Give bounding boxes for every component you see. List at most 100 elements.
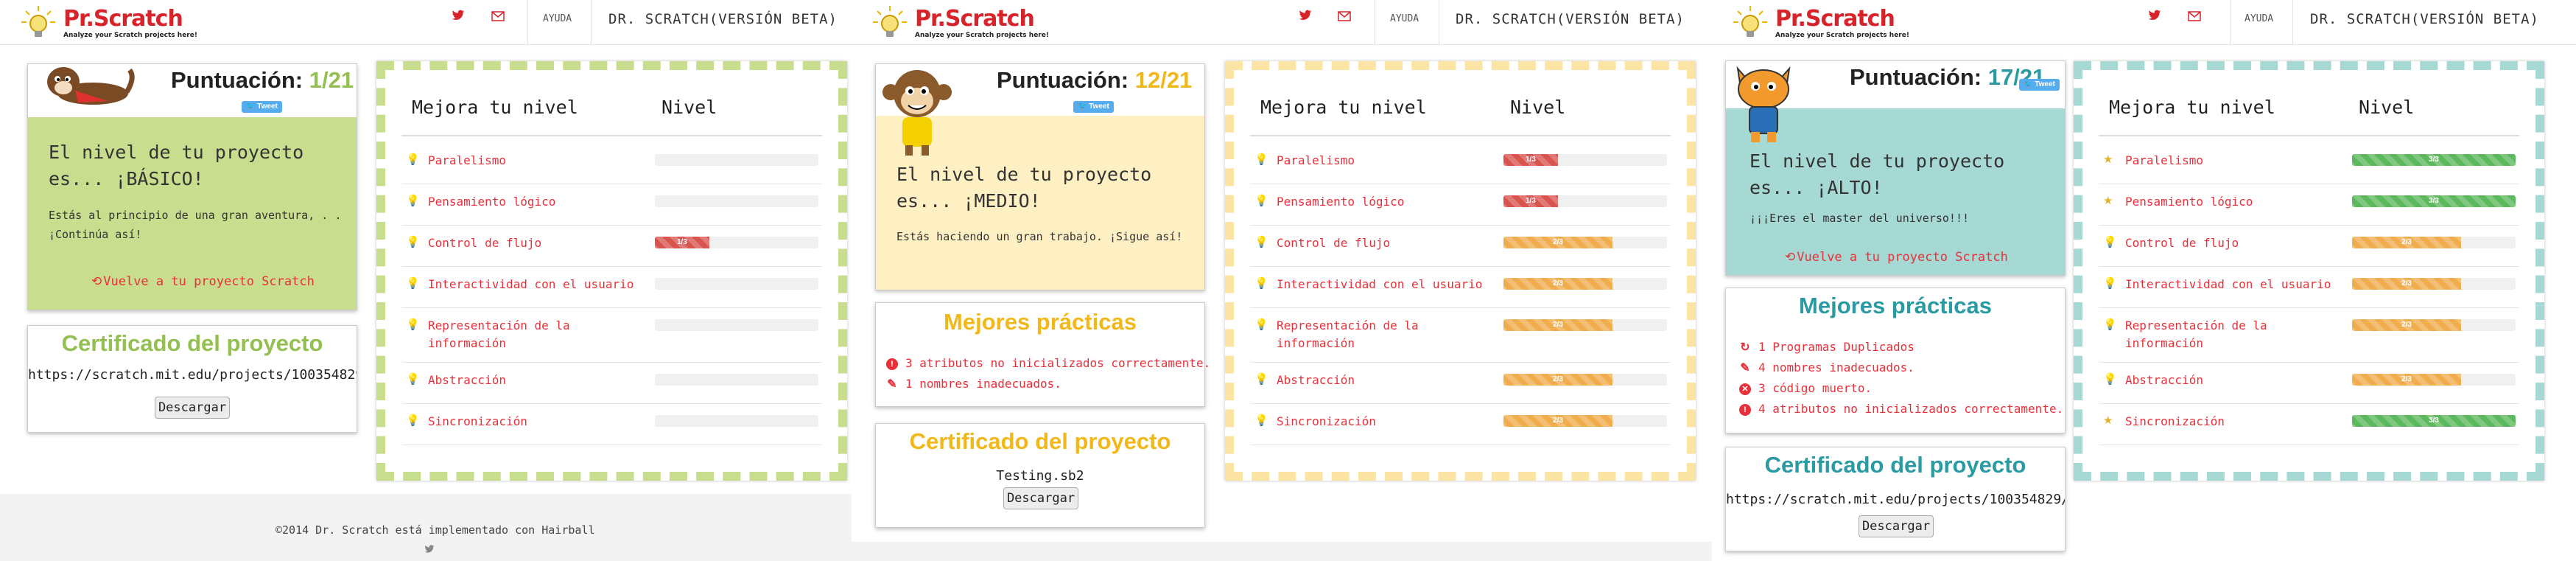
lightbulb-icon: 💡: [1254, 318, 1268, 331]
skill-link[interactable]: Abstracción: [428, 372, 649, 389]
tweet-button[interactable]: 🐦 Tweet: [2019, 79, 2060, 91]
best-practices-card: Mejores prácticas ! 3 atributos no inicia…: [875, 302, 1210, 407]
skill-link[interactable]: Interactividad con el usuario: [2125, 276, 2346, 293]
mail-icon[interactable]: [490, 10, 506, 26]
certificate-card: Certificado del proyecto https://scratch…: [27, 325, 357, 433]
tweet-label: Tweet: [257, 102, 278, 111]
footer-twitter-icon[interactable]: [421, 542, 438, 558]
download-button[interactable]: Descargar: [1003, 487, 1078, 509]
skill-link[interactable]: Pensamiento lógico: [1277, 193, 1498, 211]
skill-link[interactable]: Representación de la información: [1277, 317, 1498, 352]
brand-link[interactable]: DR. SCRATCH(VERSIÓN BETA): [608, 11, 838, 27]
star-icon: ★: [2103, 414, 2113, 427]
skill-link[interactable]: Sincronización: [428, 413, 649, 431]
skill-link[interactable]: Interactividad con el usuario: [428, 276, 649, 293]
certificate-title: Certificado del proyecto: [1764, 452, 2026, 478]
skill-progress-fill: 1/3: [1503, 154, 1558, 166]
skill-link[interactable]: Representación de la información: [428, 317, 649, 352]
back-to-project-link[interactable]: Vuelve a tu proyecto Scratch: [1785, 250, 2008, 265]
logo[interactable]: Pr.Scratch Analyze your Scratch projects…: [868, 4, 1049, 41]
twitter-icon[interactable]: [450, 10, 466, 26]
skill-link[interactable]: Control de flujo: [2125, 234, 2346, 252]
skill-row: 💡 Interactividad con el usuario 2/3: [1250, 269, 1671, 308]
score-card: Puntuación: 12/21 🐦 Tweet El nivel de tu…: [875, 63, 1205, 290]
skill-link[interactable]: Paralelismo: [2125, 152, 2346, 170]
logo-text: Pr.Scratch: [63, 6, 183, 32]
header-improve: Mejora tu nivel: [412, 97, 578, 118]
skill-progress-fill: 3/3: [2352, 195, 2516, 207]
help-link[interactable]: AYUDA: [2245, 13, 2273, 24]
best-practice-text: 4 nombres inadecuados.: [1758, 360, 1915, 374]
help-link[interactable]: AYUDA: [543, 13, 572, 24]
back-to-project-link[interactable]: Vuelve a tu proyecto Scratch: [91, 274, 315, 289]
lightbulb-icon: 💡: [1254, 372, 1268, 386]
skill-progress-fill: 2/3: [1503, 415, 1613, 427]
monkey-mascot-icon: [882, 70, 952, 156]
ferret-mascot-icon: [47, 67, 135, 105]
twitter-icon[interactable]: [2147, 10, 2163, 26]
level-text: El nivel de tu proyecto es... ¡BÁSICO!: [49, 142, 304, 189]
score-value: 1/21: [309, 67, 354, 93]
certificate-title: Certificado del proyecto: [909, 428, 1171, 454]
best-practice-text: 1 nombres inadecuados.: [905, 377, 1061, 391]
logo[interactable]: Pr.Scratch Analyze your Scratch projects…: [16, 4, 197, 41]
project-file: Testing.sb2: [996, 468, 1084, 484]
skill-link[interactable]: Control de flujo: [1277, 234, 1498, 252]
skill-progress-fill: 2/3: [1503, 278, 1613, 290]
skill-link[interactable]: Sincronización: [1277, 413, 1498, 431]
certificate-card: Certificado del proyecto https://scratch…: [1725, 447, 2066, 551]
skill-row: ★ Pensamiento lógico 3/3: [2099, 187, 2519, 226]
mail-icon[interactable]: [2186, 10, 2203, 26]
lightbulb-icon: 💡: [1254, 414, 1268, 427]
certificate-card: Certificado del proyecto Testing.sb2 Des…: [875, 423, 1205, 528]
logo-subtitle: Analyze your Scratch projects here!: [63, 32, 197, 39]
lightbulb-icon: 💡: [406, 318, 420, 331]
skill-link[interactable]: Sincronización: [2125, 413, 2346, 431]
header-divider: [1250, 135, 1671, 136]
skill-row: 💡 Sincronización: [401, 406, 822, 445]
brand-link[interactable]: DR. SCRATCH(VERSIÓN BETA): [1456, 11, 1685, 27]
skill-link[interactable]: Interactividad con el usuario: [1277, 276, 1498, 293]
skill-link[interactable]: Paralelismo: [1277, 152, 1498, 170]
skill-progress-bar: 3/3: [2352, 195, 2516, 207]
tweet-button[interactable]: 🐦 Tweet: [1073, 101, 1114, 113]
brand-link[interactable]: DR. SCRATCH(VERSIÓN BETA): [2310, 11, 2539, 27]
skill-row: ★ Paralelismo 3/3: [2099, 145, 2519, 184]
skill-row: 💡 Control de flujo 1/3: [401, 228, 822, 267]
best-practice-item: ✎ 1 nombres inadecuados.: [886, 377, 1061, 391]
score-label: Puntuación:: [171, 67, 309, 93]
skill-progress-fill: 3/3: [2352, 415, 2516, 427]
skill-progress-bar: 2/3: [1503, 237, 1667, 248]
mail-icon[interactable]: [1336, 10, 1352, 26]
skills-table-card: Mejora tu nivel Nivel 💡 Paralelismo 💡 Pensa…: [376, 61, 847, 481]
download-button[interactable]: Descargar: [1859, 515, 1934, 537]
lightbulb-icon: 💡: [1254, 194, 1268, 207]
level-text: El nivel de tu proyecto es... ¡ALTO!: [1749, 150, 2005, 198]
skill-link[interactable]: Pensamiento lógico: [428, 193, 649, 211]
twitter-icon[interactable]: [1297, 10, 1313, 26]
skill-link[interactable]: Control de flujo: [428, 234, 649, 252]
best-practices-title: Mejores prácticas: [1799, 293, 1992, 318]
level-subtext: ¡¡¡Eres el master del universo!!!: [1749, 212, 1970, 225]
help-link[interactable]: AYUDA: [1390, 13, 1419, 24]
result-page-basic: Pr.Scratch Analyze your Scratch projects…: [0, 0, 852, 561]
logo[interactable]: Pr.Scratch Analyze your Scratch projects…: [1728, 4, 1909, 41]
skill-link[interactable]: Abstracción: [2125, 372, 2346, 389]
download-button[interactable]: Descargar: [155, 397, 230, 419]
header-improve: Mejora tu nivel: [2109, 97, 2275, 118]
lightbulb-icon: 💡: [406, 276, 420, 290]
skill-link[interactable]: Representación de la información: [2125, 317, 2346, 352]
score-title: Puntuación: 1/21: [171, 67, 354, 94]
skill-row: 💡 Interactividad con el usuario 2/3: [2099, 269, 2519, 308]
star-icon: ★: [2103, 194, 2113, 207]
skills-table-card: Mejora tu nivel Nivel ★ Paralelismo 3/3 ★ Pe…: [2074, 61, 2544, 481]
best-practice-item: ✎ 4 nombres inadecuados.: [1739, 360, 1915, 374]
tweet-button[interactable]: 🐦 Tweet: [242, 101, 282, 113]
pencil-icon: ✎: [887, 377, 897, 391]
lightbulb-icon: 💡: [1254, 276, 1268, 290]
skill-row: 💡 Abstracción: [401, 365, 822, 404]
skill-link[interactable]: Pensamiento lógico: [2125, 193, 2346, 211]
skill-link[interactable]: Abstracción: [1277, 372, 1498, 389]
skill-link[interactable]: Paralelismo: [428, 152, 649, 170]
skill-progress-bar: [655, 319, 818, 331]
